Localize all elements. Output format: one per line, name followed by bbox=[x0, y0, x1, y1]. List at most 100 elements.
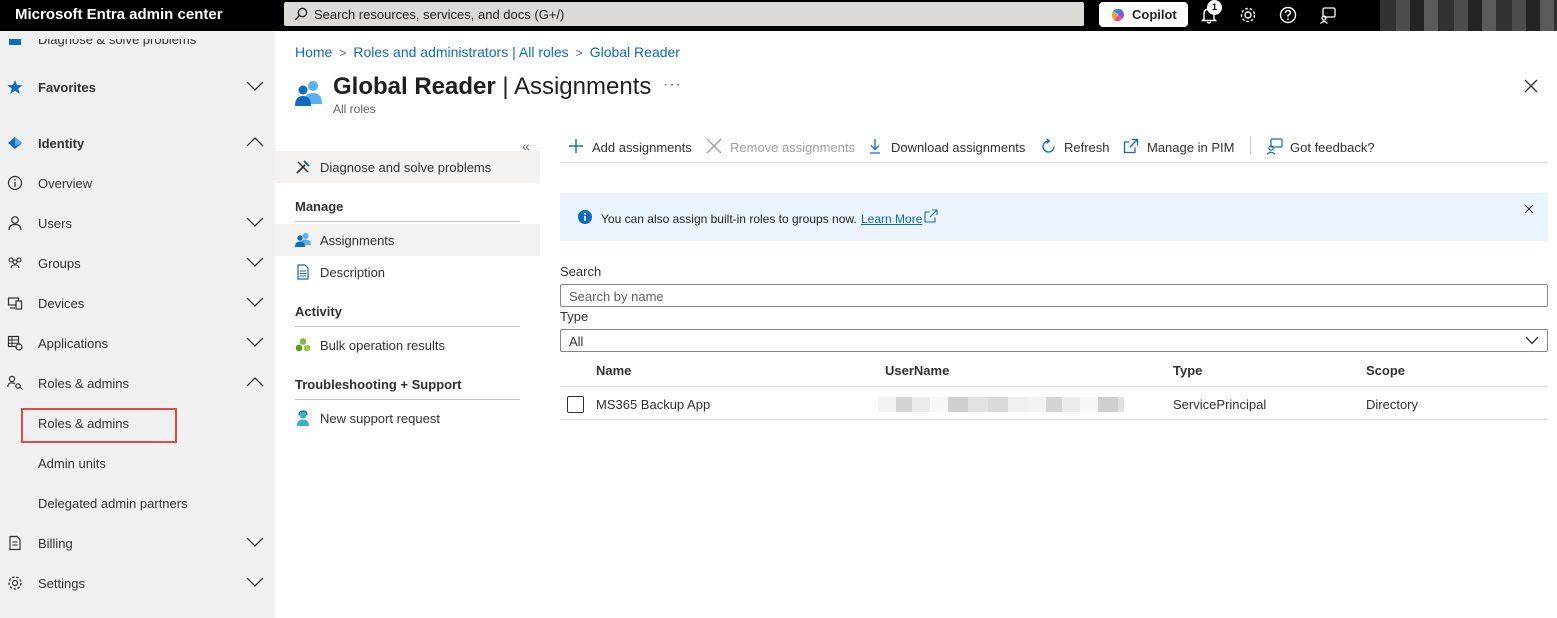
blade-item-diagnose[interactable]: Diagnose and solve problems bbox=[275, 151, 540, 183]
page-title-section: | Assignments bbox=[495, 73, 652, 100]
blade-item-label: Description bbox=[320, 265, 386, 280]
sidebar-item-label: Favorites bbox=[38, 80, 96, 95]
refresh-button[interactable]: Refresh bbox=[1040, 136, 1110, 158]
refresh-icon bbox=[1042, 138, 1055, 153]
support-person-icon bbox=[297, 410, 309, 426]
chevron-right-icon: > bbox=[575, 46, 583, 60]
sidebar-item-label: Users bbox=[38, 216, 72, 231]
copilot-button[interactable]: Copilot bbox=[1099, 2, 1188, 27]
sidebar-item-overview[interactable]: Overview bbox=[0, 163, 275, 203]
page-title-role: Global Reader bbox=[333, 73, 496, 100]
highlight-annotation-box bbox=[21, 408, 177, 443]
download-icon bbox=[870, 139, 880, 154]
chevron-up-icon[interactable] bbox=[246, 377, 264, 387]
column-header-name[interactable]: Name bbox=[596, 363, 631, 378]
sidebar-item-label: Overview bbox=[38, 176, 93, 191]
account-avatar-redacted[interactable] bbox=[1380, 0, 1557, 31]
cell-name[interactable]: MS365 Backup App bbox=[596, 397, 710, 412]
person-key-icon bbox=[7, 375, 23, 390]
add-assignments-button[interactable]: Add assignments bbox=[568, 136, 693, 158]
row-select-checkbox[interactable] bbox=[567, 396, 584, 413]
chevron-down-icon[interactable] bbox=[246, 337, 264, 347]
sidebar-item-groups[interactable]: Groups bbox=[0, 243, 275, 283]
column-header-type[interactable]: Type bbox=[1173, 363, 1202, 378]
copilot-icon bbox=[1111, 8, 1124, 22]
chevron-down-icon[interactable] bbox=[246, 217, 264, 227]
sidebar-item-label: Settings bbox=[38, 576, 85, 591]
feedback-icon[interactable] bbox=[1318, 5, 1338, 25]
search-by-name-input[interactable]: Search by name bbox=[560, 284, 1548, 307]
bulk-operations-icon bbox=[295, 338, 311, 352]
blade-heading-activity: Activity bbox=[295, 304, 342, 319]
breadcrumb-home[interactable]: Home bbox=[295, 44, 332, 60]
chevron-down-icon[interactable] bbox=[246, 81, 264, 91]
column-header-username[interactable]: UserName bbox=[885, 363, 949, 378]
person-icon bbox=[8, 216, 22, 231]
cell-username-redacted bbox=[878, 397, 1124, 412]
sidebar-item-identity[interactable]: Identity bbox=[0, 123, 275, 163]
sidebar-item-diagnose-partial[interactable]: Diagnose & solve problems bbox=[0, 19, 275, 59]
document-icon bbox=[9, 535, 21, 551]
close-icon[interactable] bbox=[1524, 79, 1538, 93]
learn-more-link[interactable]: Learn More bbox=[861, 212, 922, 226]
identity-diamond-icon bbox=[8, 137, 22, 149]
chevron-down-icon[interactable] bbox=[246, 577, 264, 587]
cell-scope: Directory bbox=[1366, 397, 1419, 412]
banner-close-icon[interactable] bbox=[1524, 204, 1534, 214]
type-dropdown[interactable]: All bbox=[560, 329, 1548, 352]
blade-item-bulk-operation-results[interactable]: Bulk operation results bbox=[275, 329, 540, 361]
more-options-icon[interactable]: ··· bbox=[663, 76, 682, 94]
global-search-input[interactable]: Search resources, services, and docs (G+… bbox=[284, 2, 1084, 26]
apps-grid-icon bbox=[7, 335, 23, 351]
search-label: Search bbox=[560, 264, 602, 279]
devices-icon bbox=[7, 297, 23, 310]
blade-item-description[interactable]: Description bbox=[275, 256, 540, 288]
sidebar-subitem-delegated-admin-partners[interactable]: Delegated admin partners bbox=[0, 483, 275, 523]
chevron-down-icon bbox=[1525, 336, 1539, 345]
search-icon bbox=[294, 7, 308, 21]
external-link-icon[interactable] bbox=[924, 209, 938, 223]
blade-item-label: Assignments bbox=[320, 233, 395, 248]
toolbar-divider bbox=[1250, 136, 1251, 154]
gear-icon[interactable] bbox=[1238, 5, 1258, 25]
divider bbox=[295, 326, 520, 327]
remove-assignments-button[interactable]: Remove assignments bbox=[706, 136, 856, 158]
sidebar-item-roles-admins[interactable]: Roles & admins bbox=[0, 363, 275, 403]
chevron-down-icon[interactable] bbox=[246, 297, 264, 307]
breadcrumb-global-reader[interactable]: Global Reader bbox=[590, 44, 680, 60]
gear-icon bbox=[8, 576, 22, 590]
banner-text: You can also assign built-in roles to gr… bbox=[601, 212, 857, 226]
chevron-down-icon[interactable] bbox=[246, 537, 264, 547]
breadcrumb-roles-administrators[interactable]: Roles and administrators | All roles bbox=[353, 44, 568, 60]
sidebar-item-billing[interactable]: Billing bbox=[0, 523, 275, 563]
column-header-scope[interactable]: Scope bbox=[1366, 363, 1405, 378]
sidebar-subitem-label: Delegated admin partners bbox=[38, 496, 188, 511]
sidebar-item-label: Identity bbox=[38, 136, 85, 151]
blade-item-assignments[interactable]: Assignments bbox=[275, 224, 540, 256]
chevron-up-icon[interactable] bbox=[246, 137, 264, 147]
blade-item-new-support-request[interactable]: New support request bbox=[275, 402, 540, 434]
wrench-icon bbox=[296, 160, 310, 174]
sidebar-item-settings[interactable]: Settings bbox=[0, 563, 275, 603]
page-subtitle: All roles bbox=[333, 102, 376, 116]
blade-heading-manage: Manage bbox=[295, 199, 344, 214]
sidebar-item-users[interactable]: Users bbox=[0, 203, 275, 243]
sidebar-item-devices[interactable]: Devices bbox=[0, 283, 275, 323]
sidebar-item-label: Billing bbox=[38, 536, 73, 551]
sidebar-item-applications[interactable]: Applications bbox=[0, 323, 275, 363]
sidebar-item-label: Devices bbox=[38, 296, 85, 311]
manage-in-pim-button[interactable]: Manage in PIM bbox=[1123, 136, 1238, 158]
download-assignments-button[interactable]: Download assignments bbox=[867, 136, 1027, 158]
sidebar-subitem-admin-units[interactable]: Admin units bbox=[0, 443, 275, 483]
chevron-down-icon[interactable] bbox=[246, 257, 264, 267]
info-icon bbox=[578, 210, 592, 224]
people-icon bbox=[295, 233, 311, 247]
manage-in-pim-label: Manage in PIM bbox=[1147, 140, 1235, 155]
got-feedback-button[interactable]: Got feedback? bbox=[1266, 136, 1378, 158]
sidebar-item-favorites[interactable]: Favorites bbox=[0, 67, 275, 107]
sidebar-item-label: Applications bbox=[38, 336, 109, 351]
help-icon[interactable] bbox=[1278, 5, 1298, 25]
search-input-placeholder: Search by name bbox=[569, 289, 664, 304]
sidebar-item-label: Groups bbox=[38, 256, 81, 271]
type-label: Type bbox=[560, 309, 589, 324]
